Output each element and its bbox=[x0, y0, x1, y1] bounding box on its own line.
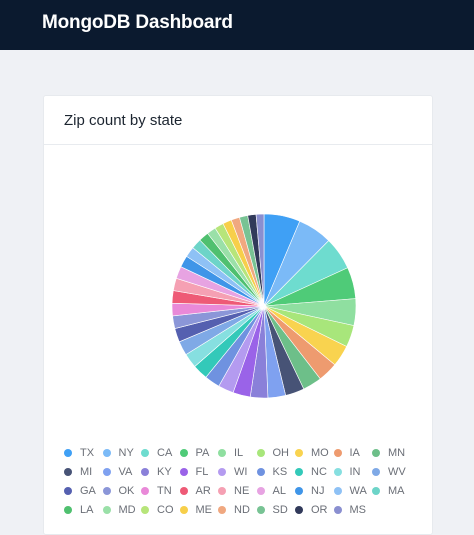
legend-swatch bbox=[102, 468, 111, 476]
legend-swatch bbox=[333, 468, 342, 476]
legend-swatch bbox=[218, 468, 226, 476]
legend-label: MD bbox=[118, 504, 136, 516]
chart-card: Zip count by state TX NY CA PA IL OH MO IA MN MI V… bbox=[43, 95, 433, 535]
legend-label: OR bbox=[311, 504, 328, 516]
legend-label: TN bbox=[157, 485, 172, 497]
legend-swatch bbox=[141, 468, 149, 476]
legend-swatch bbox=[102, 506, 111, 514]
legend-label: KY bbox=[157, 466, 172, 478]
pie-chart[interactable] bbox=[44, 145, 433, 435]
legend-label: MS bbox=[349, 504, 367, 516]
legend-label: VA bbox=[118, 466, 133, 478]
legend-swatch bbox=[102, 487, 111, 495]
legend-label: CA bbox=[157, 447, 173, 459]
legend-label: IA bbox=[349, 447, 360, 459]
legend-label: AL bbox=[272, 485, 286, 497]
legend-label: WV bbox=[388, 466, 406, 478]
legend-label: NY bbox=[118, 447, 134, 459]
legend-row: GA OK TN AR NE AL NJ WA MA bbox=[64, 482, 424, 500]
legend-swatch bbox=[295, 487, 303, 495]
legend-swatch bbox=[218, 506, 226, 514]
legend-label: MN bbox=[388, 447, 406, 459]
app-title: MongoDB Dashboard bbox=[42, 12, 233, 33]
legend-swatch bbox=[179, 487, 188, 495]
legend-label: NE bbox=[234, 485, 250, 497]
legend-label: TX bbox=[80, 447, 95, 459]
legend-label: WI bbox=[234, 466, 248, 478]
legend-swatch bbox=[295, 506, 303, 514]
legend-label: MA bbox=[388, 485, 405, 497]
legend-label: CO bbox=[157, 504, 174, 516]
legend-label: IL bbox=[234, 447, 244, 459]
legend-label: IN bbox=[349, 466, 361, 478]
legend-row: TX NY CA PA IL OH MO IA MN bbox=[64, 444, 424, 462]
legend-label: AR bbox=[195, 485, 211, 497]
legend-swatch bbox=[141, 487, 149, 495]
legend-label: OH bbox=[272, 447, 290, 459]
legend-swatch bbox=[256, 468, 265, 476]
legend-swatch bbox=[64, 487, 72, 495]
legend-label: ND bbox=[234, 504, 250, 516]
legend-swatch bbox=[372, 449, 380, 457]
top-navbar: MongoDB Dashboard bbox=[0, 0, 474, 50]
legend-label: MI bbox=[80, 466, 93, 478]
legend-label: NC bbox=[311, 466, 327, 478]
legend-label: ME bbox=[195, 504, 213, 516]
chart-title: Zip count by state bbox=[64, 112, 183, 129]
legend-swatch bbox=[333, 449, 342, 457]
legend-swatch bbox=[295, 449, 303, 457]
legend-swatch bbox=[102, 449, 111, 457]
legend-swatch bbox=[179, 468, 188, 476]
legend-swatch bbox=[372, 487, 380, 495]
legend-swatch bbox=[64, 449, 72, 457]
legend-swatch bbox=[218, 487, 226, 495]
legend-label: PA bbox=[195, 447, 210, 459]
chart-card-header: Zip count by state bbox=[44, 96, 432, 145]
legend-swatch bbox=[64, 468, 72, 476]
legend-swatch bbox=[256, 487, 265, 495]
legend-label: SD bbox=[272, 504, 288, 516]
legend-label: NJ bbox=[311, 485, 325, 497]
legend-swatch bbox=[333, 487, 342, 495]
legend-label: LA bbox=[80, 504, 94, 516]
legend-swatch bbox=[141, 449, 149, 457]
legend-label: FL bbox=[195, 466, 209, 478]
legend-label: OK bbox=[118, 485, 135, 497]
legend-label: MO bbox=[311, 447, 329, 459]
legend-row: MI VA KY FL WI KS NC IN WV bbox=[64, 463, 424, 481]
legend-swatch bbox=[256, 506, 265, 514]
legend-swatch bbox=[333, 506, 342, 514]
legend-label: GA bbox=[80, 485, 96, 497]
legend-row: LA MD CO ME ND SD OR MS bbox=[64, 501, 424, 519]
legend-swatch bbox=[218, 449, 226, 457]
legend-swatch bbox=[179, 449, 188, 457]
legend-swatch bbox=[64, 506, 72, 514]
legend-swatch bbox=[372, 468, 380, 476]
legend-label: WA bbox=[349, 485, 367, 497]
legend-swatch bbox=[141, 506, 149, 514]
legend-swatch bbox=[295, 468, 303, 476]
legend-swatch bbox=[256, 449, 265, 457]
legend-swatch bbox=[179, 506, 188, 514]
legend-label: KS bbox=[272, 466, 288, 478]
